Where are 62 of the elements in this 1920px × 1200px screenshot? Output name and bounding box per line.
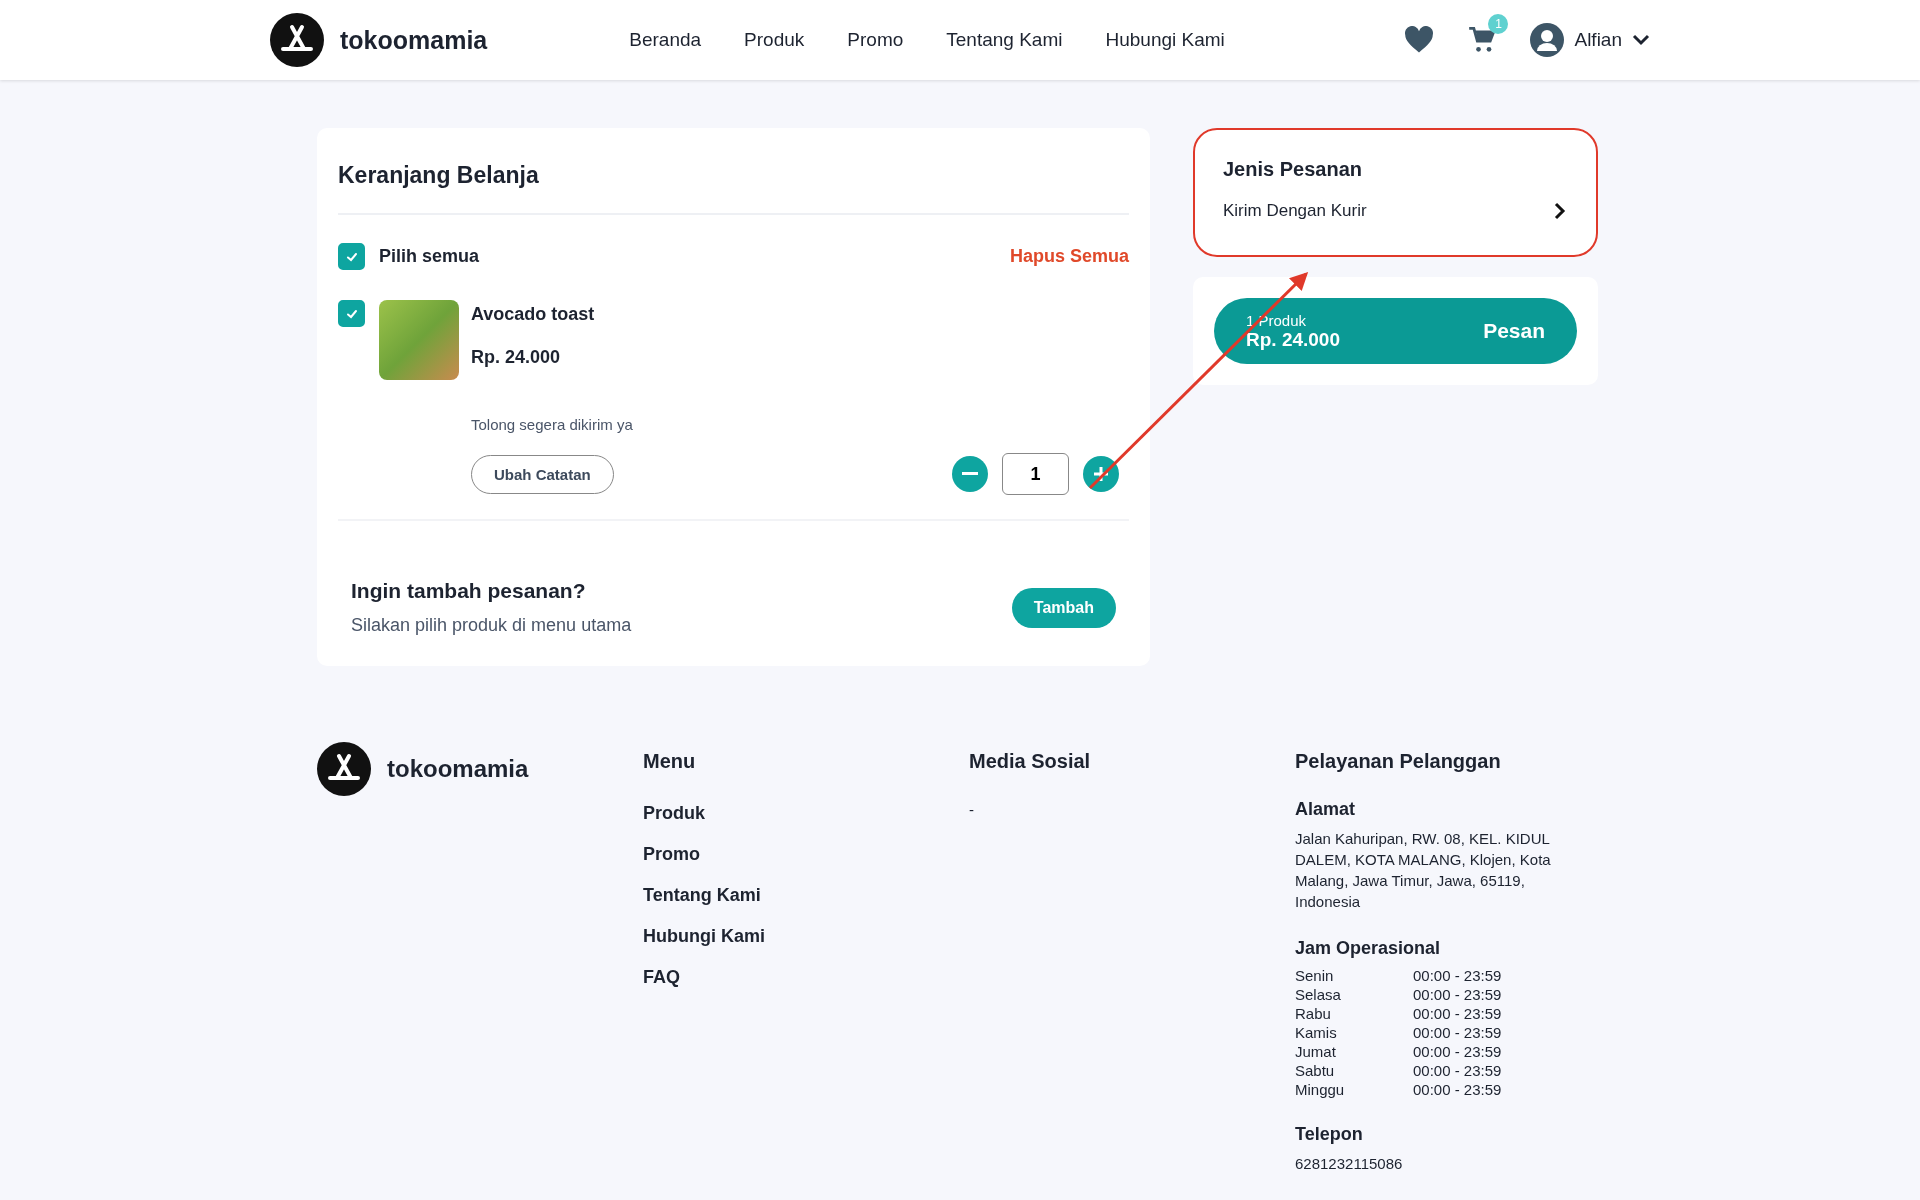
cart-title: Keranjang Belanja: [338, 148, 1129, 215]
day-name: Selasa: [1295, 986, 1342, 1003]
social-media-text: -: [969, 800, 975, 820]
cart-count-badge: 1: [1488, 14, 1509, 34]
footer-heading: Menu: [643, 750, 697, 773]
cart-icon[interactable]: [1468, 26, 1497, 54]
product-price: Rp. 24.000: [471, 347, 562, 368]
quantity-field[interactable]: 1: [1002, 453, 1069, 495]
opening-hours: 00:00 - 23:59: [1413, 986, 1503, 1003]
nav-link[interactable]: Tentang Kami: [946, 29, 1063, 51]
user-menu[interactable]: Alfian: [1530, 23, 1650, 57]
product-name: Avocado toast: [471, 304, 596, 325]
footer-brand-name[interactable]: tokoomamia: [387, 755, 529, 783]
delete-all-link[interactable]: Hapus Semua: [1009, 246, 1129, 267]
add-more-title: Ingin tambah pesanan?: [351, 579, 587, 603]
order-type-title: Jenis Pesanan: [1223, 158, 1363, 181]
item-checkbox[interactable]: [338, 300, 365, 327]
nav-link[interactable]: Promo: [847, 29, 904, 51]
opening-hours: 00:00 - 23:59: [1413, 1062, 1503, 1079]
order-type-card[interactable]: Jenis Pesanan Kirim Dengan Kurir: [1193, 128, 1598, 257]
footer-link[interactable]: Produk: [643, 803, 969, 824]
day-name: Senin: [1295, 967, 1335, 984]
opening-hours: 00:00 - 23:59: [1413, 1081, 1503, 1098]
select-all-label: Pilih semua: [379, 246, 480, 267]
opening-hours: 00:00 - 23:59: [1413, 967, 1503, 984]
edit-note-button[interactable]: Ubah Catatan: [471, 454, 614, 494]
footer-heading: Media Sosial: [969, 750, 1092, 773]
footer-heading: Pelayanan Pelanggan: [1295, 750, 1502, 773]
address-heading: Alamat: [1295, 799, 1357, 820]
hours-heading: Jam Operasional: [1295, 938, 1442, 959]
add-more-subtitle: Silakan pilih produk di menu utama: [351, 615, 632, 636]
footer-link[interactable]: FAQ: [643, 967, 969, 988]
nav-link[interactable]: Hubungi Kami: [1105, 29, 1225, 51]
logo-icon: [317, 742, 371, 796]
day-name: Minggu: [1295, 1081, 1346, 1098]
select-all-checkbox[interactable]: [338, 243, 365, 270]
decrease-button[interactable]: [952, 456, 988, 492]
footer-link[interactable]: Promo: [643, 844, 969, 865]
brand-name[interactable]: tokoomamia: [340, 25, 488, 55]
logo-icon: [270, 13, 324, 67]
chevron-down-icon: [1632, 34, 1650, 46]
day-name: Jumat: [1295, 1043, 1337, 1060]
opening-hours: 00:00 - 23:59: [1413, 1043, 1503, 1060]
phone-number: 6281232115086: [1295, 1154, 1404, 1174]
day-name: Sabtu: [1295, 1062, 1336, 1079]
nav-link[interactable]: Produk: [744, 29, 805, 51]
opening-hours: 00:00 - 23:59: [1413, 1024, 1503, 1041]
nav-link[interactable]: Beranda: [629, 29, 702, 51]
footer-link[interactable]: Hubungi Kami: [643, 926, 969, 947]
footer-link[interactable]: Tentang Kami: [643, 885, 969, 906]
day-name: Kamis: [1295, 1024, 1338, 1041]
address-text: Jalan Kahuripan, RW. 08, KEL. KIDUL DALEM, KOTA MALANG, Klojen, Kota Malang, Jawa Timur, Jawa, 65119, Indonesia: [1295, 829, 1552, 912]
opening-hours: 00:00 - 23:59: [1413, 1005, 1503, 1022]
day-name: Rabu: [1295, 1005, 1332, 1022]
plus-icon: [1093, 466, 1109, 482]
heart-icon[interactable]: [1404, 26, 1435, 54]
order-note: Tolong segera dikirim ya: [471, 416, 634, 433]
chevron-right-icon: [1554, 202, 1566, 220]
phone-heading: Telepon: [1295, 1124, 1364, 1145]
minus-icon: [962, 472, 978, 476]
order-type-value: Kirim Dengan Kurir: [1223, 201, 1367, 221]
user-avatar-icon: [1530, 23, 1565, 57]
